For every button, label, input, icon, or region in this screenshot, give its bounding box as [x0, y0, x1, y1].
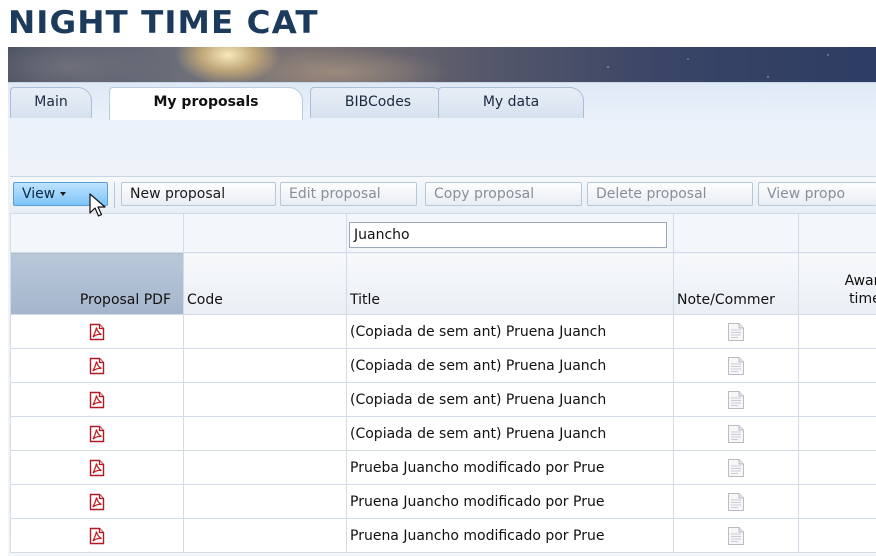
table-row[interactable]: Pruena Juancho modificado por Prue [10, 518, 876, 553]
filter-cell-code [183, 213, 347, 253]
mouse-pointer-icon [89, 193, 106, 217]
pdf-file-icon[interactable] [89, 323, 105, 341]
table-row[interactable]: (Copiada de sem ant) Pruena Juanch [10, 348, 876, 383]
toolbar-separator [114, 182, 115, 208]
column-header-title[interactable]: Title [346, 252, 674, 315]
pdf-file-icon[interactable] [89, 357, 105, 375]
table-row[interactable]: (Copiada de sem ant) Pruena Juanch [10, 416, 876, 451]
chevron-down-icon [60, 192, 67, 196]
proposals-toolbar: View New proposal Edit proposal Copy pro… [10, 176, 876, 214]
table-row[interactable]: (Copiada de sem ant) Pruena Juanch [10, 382, 876, 417]
award-cell [798, 518, 876, 553]
column-header-code[interactable]: Code [183, 252, 347, 315]
title-cell: (Copiada de sem ant) Pruena Juanch [346, 382, 674, 417]
tab-bar: Main My proposals BIBCodes My data [8, 82, 876, 120]
tab-bibcodes[interactable]: BIBCodes [310, 87, 446, 118]
note-document-icon[interactable] [727, 424, 745, 444]
title-filter-input[interactable]: Juancho [349, 221, 667, 248]
award-header-line1: Award [844, 273, 876, 289]
code-cell [183, 484, 347, 519]
note-document-icon[interactable] [727, 322, 745, 342]
code-cell [183, 348, 347, 383]
filter-row: Juancho [10, 213, 876, 253]
pdf-file-icon[interactable] [89, 459, 105, 477]
note-document-icon[interactable] [727, 356, 745, 376]
filter-cell-title: Juancho [346, 213, 674, 253]
column-header-note[interactable]: Note/Commer [673, 252, 799, 315]
proposal-pdf-cell [10, 382, 184, 417]
view-proposal-button[interactable]: View propo [758, 182, 876, 206]
header-row: Proposal PDF Code Title Note/Commer Awar… [10, 252, 876, 315]
award-cell [798, 348, 876, 383]
proposal-pdf-cell [10, 314, 184, 349]
proposal-pdf-cell [10, 450, 184, 485]
filter-cell-award [798, 213, 876, 253]
table-row[interactable]: Prueba Juancho modificado por Prue [10, 450, 876, 485]
proposal-pdf-cell [10, 484, 184, 519]
pdf-file-icon[interactable] [89, 493, 105, 511]
delete-proposal-button[interactable]: Delete proposal [587, 182, 753, 206]
title-cell: Pruena Juancho modificado por Prue [346, 518, 674, 553]
table-row[interactable]: (Copiada de sem ant) Pruena Juanch [10, 314, 876, 349]
proposal-pdf-cell [10, 416, 184, 451]
award-cell [798, 382, 876, 417]
note-document-icon[interactable] [727, 458, 745, 478]
note-cell [673, 348, 799, 383]
award-cell [798, 416, 876, 451]
tab-my-proposals[interactable]: My proposals [109, 87, 303, 120]
note-document-icon[interactable] [727, 526, 745, 546]
tab-main[interactable]: Main [10, 87, 92, 118]
column-header-award[interactable]: Award times [798, 252, 876, 315]
note-cell [673, 484, 799, 519]
note-document-icon[interactable] [727, 492, 745, 512]
note-document-icon[interactable] [727, 390, 745, 410]
code-cell [183, 518, 347, 553]
edit-proposal-button[interactable]: Edit proposal [280, 182, 417, 206]
title-cell: (Copiada de sem ant) Pruena Juanch [346, 314, 674, 349]
table-body: (Copiada de sem ant) Pruena Juanch (Copi… [10, 314, 876, 553]
award-cell [798, 484, 876, 519]
proposal-pdf-cell [10, 348, 184, 383]
award-header-line2: times [849, 291, 876, 307]
note-cell [673, 416, 799, 451]
new-proposal-button[interactable]: New proposal [121, 182, 276, 206]
tab-my-data[interactable]: My data [438, 87, 584, 118]
code-cell [183, 382, 347, 417]
note-cell [673, 382, 799, 417]
note-cell [673, 314, 799, 349]
proposals-table: Juancho Proposal PDF Code Title Note/Com… [10, 213, 876, 553]
column-header-proposal-pdf[interactable]: Proposal PDF [10, 252, 184, 315]
title-cell: Prueba Juancho modificado por Prue [346, 450, 674, 485]
pdf-file-icon[interactable] [89, 425, 105, 443]
proposal-pdf-cell [10, 518, 184, 553]
view-button-label: View [22, 186, 56, 202]
pdf-file-icon[interactable] [89, 527, 105, 545]
table-row[interactable]: Pruena Juancho modificado por Prue [10, 484, 876, 519]
app-title: NIGHT TIME CAT [8, 5, 319, 41]
code-cell [183, 416, 347, 451]
pdf-file-icon[interactable] [89, 391, 105, 409]
title-cell: (Copiada de sem ant) Pruena Juanch [346, 348, 674, 383]
filter-cell-note [673, 213, 799, 253]
title-cell: (Copiada de sem ant) Pruena Juanch [346, 416, 674, 451]
code-cell [183, 314, 347, 349]
note-cell [673, 518, 799, 553]
code-cell [183, 450, 347, 485]
copy-proposal-button[interactable]: Copy proposal [425, 182, 582, 206]
award-cell [798, 314, 876, 349]
title-cell: Pruena Juancho modificado por Prue [346, 484, 674, 519]
award-cell [798, 450, 876, 485]
note-cell [673, 450, 799, 485]
